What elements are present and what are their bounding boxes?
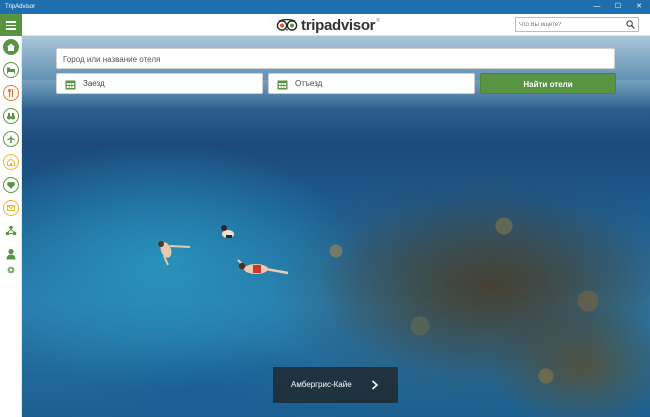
global-search-input[interactable] [519, 19, 619, 30]
sidebar-item-profile[interactable] [3, 246, 19, 262]
vacation-rental-icon [7, 158, 15, 166]
location-name: Амбергрис-Кайе [291, 380, 352, 389]
sidebar-item-vacation-rentals[interactable] [3, 154, 19, 170]
app-header: tripadvisor ® [0, 14, 650, 36]
logo-wordmark: tripadvisor [301, 16, 376, 34]
gear-icon [7, 266, 15, 274]
calendar-icon [277, 80, 288, 90]
window-titlebar: TripAdvisor — ☐ ✕ [0, 0, 650, 14]
sidebar-item-saved[interactable] [3, 177, 19, 193]
restaurant-icon [7, 89, 14, 97]
logo-registered-mark: ® [376, 18, 380, 24]
calendar-icon [65, 80, 76, 90]
hamburger-line [6, 21, 16, 23]
sidebar-item-restaurants[interactable] [3, 85, 19, 101]
checkout-label: Отъезд [295, 79, 323, 88]
window-title: TripAdvisor [5, 4, 36, 10]
close-button[interactable]: ✕ [629, 0, 649, 14]
sidebar-item-messages[interactable] [3, 200, 19, 216]
find-hotels-button[interactable]: Найти отели [480, 73, 616, 94]
recent-icon [5, 225, 17, 236]
city-search-input[interactable] [63, 53, 603, 65]
minimize-button[interactable]: — [587, 0, 607, 14]
checkin-label: Заезд [83, 79, 105, 88]
sidebar-item-flights[interactable] [3, 131, 19, 147]
bed-icon [7, 67, 15, 74]
airplane-icon [7, 134, 15, 144]
checkin-date-field[interactable]: Заезд [56, 73, 263, 94]
sidebar-item-things-to-do[interactable] [3, 108, 19, 124]
hero-banner: Заезд Отъезд Найти отели Амбергрис-Кайе [22, 36, 650, 417]
hamburger-line [6, 28, 16, 30]
search-icon[interactable] [626, 20, 635, 29]
hamburger-line [6, 24, 16, 26]
maximize-button[interactable]: ☐ [608, 0, 628, 14]
hamburger-menu-button[interactable] [0, 14, 22, 36]
swimmer-image [237, 259, 289, 275]
sidebar-item-hotels[interactable] [3, 62, 19, 78]
sidebar-item-home[interactable] [3, 39, 19, 55]
owl-logo-icon [276, 19, 298, 31]
sidebar-nav [0, 36, 22, 417]
global-search-box[interactable] [515, 17, 639, 32]
user-icon [6, 248, 16, 260]
swimmer-image [158, 241, 191, 266]
chevron-right-icon [371, 380, 379, 390]
location-caption-button[interactable]: Амбергрис-Кайе [273, 367, 398, 403]
message-icon [7, 205, 15, 211]
home-icon [7, 43, 15, 51]
tripadvisor-logo[interactable]: tripadvisor ® [276, 16, 380, 34]
swimmer-image [221, 225, 234, 238]
city-search-field[interactable] [56, 48, 615, 69]
checkout-date-field[interactable]: Отъезд [268, 73, 475, 94]
sidebar-item-recent[interactable] [3, 223, 19, 239]
sidebar-item-settings[interactable] [3, 262, 19, 278]
binoculars-icon [7, 113, 15, 120]
heart-icon [7, 181, 15, 189]
